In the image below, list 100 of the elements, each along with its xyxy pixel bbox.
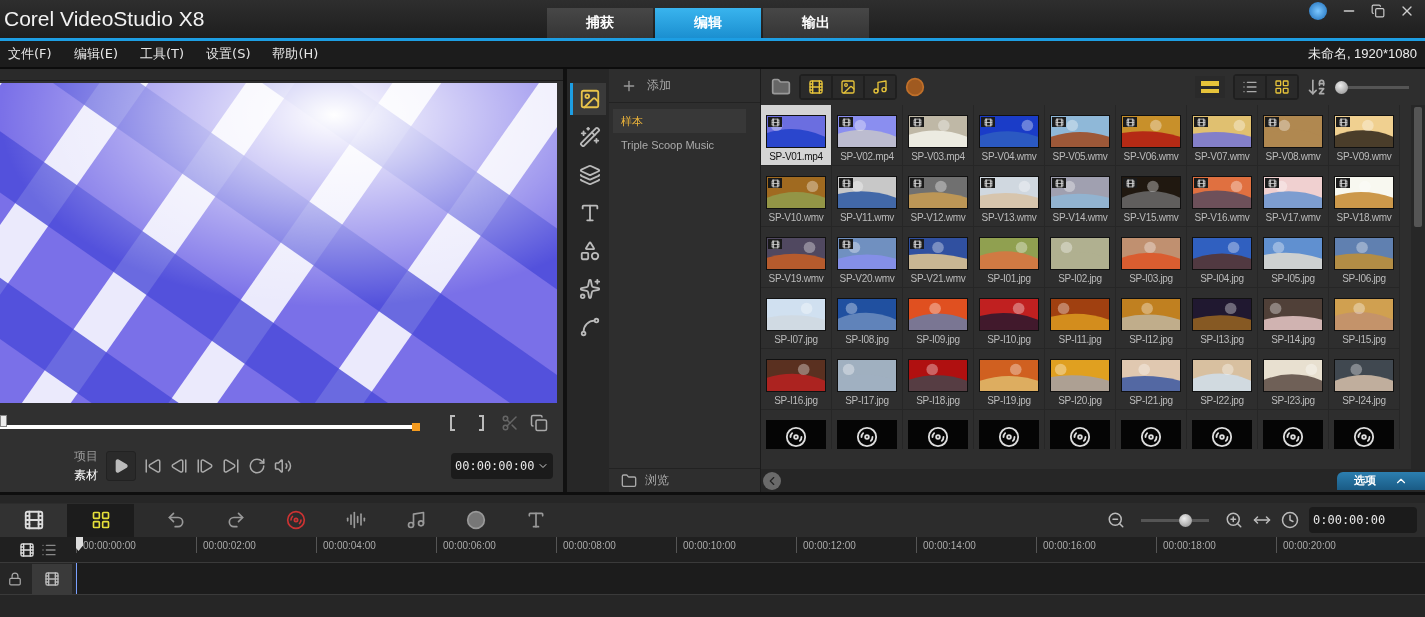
media-item[interactable]: SP-I06.jpg [1329, 227, 1400, 288]
scroll-bar[interactable] [1411, 105, 1425, 469]
step-forward-icon[interactable] [196, 457, 214, 475]
media-item[interactable]: SP-I15.jpg [1329, 288, 1400, 349]
filmstrip-view-button[interactable] [1195, 76, 1225, 98]
project-info: 未命名, 1920*1080 [1307, 45, 1417, 63]
media-item[interactable]: SP-I01.jpg [974, 227, 1045, 288]
trim-marker[interactable] [412, 423, 421, 431]
step-tab[interactable]: 捕获 [547, 8, 653, 38]
media-item[interactable]: SP-I19.jpg [974, 349, 1045, 410]
step-back-icon[interactable] [170, 457, 188, 475]
media-item[interactable]: SP-V05.wmv [1045, 105, 1116, 166]
video-track-button[interactable] [32, 563, 72, 594]
skip-back-icon[interactable] [144, 457, 162, 475]
media-item[interactable]: SP-V06.wmv [1116, 105, 1187, 166]
restore-icon[interactable] [1371, 4, 1385, 18]
view-toggle-button[interactable] [67, 503, 134, 537]
media-item[interactable]: SP-I02.jpg [1045, 227, 1116, 288]
library-category-button[interactable] [570, 83, 606, 115]
media-item[interactable]: SP-I05.jpg [1258, 227, 1329, 288]
panel-grip[interactable] [0, 69, 563, 81]
grid-view-button[interactable] [1267, 76, 1297, 98]
media-item[interactable]: SP-I20.jpg [1045, 349, 1116, 410]
media-item[interactable]: SP-V20.wmv [832, 227, 903, 288]
sort-icon[interactable] [1307, 77, 1327, 97]
zoom-out-icon[interactable] [1107, 511, 1125, 529]
media-item[interactable]: SP-V18.wmv [1329, 166, 1400, 227]
media-item[interactable]: SP-V17.wmv [1258, 166, 1329, 227]
step-tab[interactable]: 输出 [763, 8, 869, 38]
volume-icon[interactable] [274, 457, 292, 475]
scroll-left-button[interactable] [763, 471, 781, 490]
lock-icon[interactable] [8, 571, 22, 586]
media-item[interactable]: SP-V02.mp4 [832, 105, 903, 166]
view-toggle-button[interactable] [0, 503, 67, 537]
add-folder-label[interactable]: 添加 [647, 77, 671, 94]
media-item[interactable]: SP-V11.wmv [832, 166, 903, 227]
menu-item[interactable]: 设置(S) [206, 45, 251, 63]
globe-icon[interactable] [1309, 2, 1327, 20]
media-item[interactable]: SP-I13.jpg [1187, 288, 1258, 349]
play-mode-option[interactable]: 素材 [74, 467, 98, 484]
media-item[interactable]: SP-V03.mp4 [903, 105, 974, 166]
browse-icon[interactable] [621, 472, 637, 489]
media-item[interactable]: SP-V21.wmv [903, 227, 974, 288]
media-item[interactable]: SP-I04.jpg [1187, 227, 1258, 288]
zoom-in-icon[interactable] [1225, 511, 1243, 529]
film-icon[interactable] [19, 541, 35, 558]
film-icon [808, 79, 824, 95]
folder-icon[interactable] [771, 77, 791, 97]
playhead[interactable] [76, 537, 83, 551]
menu-item[interactable]: 工具(T) [140, 45, 185, 63]
media-item[interactable]: SP-V04.wmv [974, 105, 1045, 166]
media-item[interactable]: SP-I11.jpg [1045, 288, 1116, 349]
media-item[interactable]: SP-I09.jpg [903, 288, 974, 349]
media-item[interactable]: SP-V08.wmv [1258, 105, 1329, 166]
folder-item[interactable]: 样本 [613, 109, 746, 133]
media-item[interactable]: SP-I03.jpg [1116, 227, 1187, 288]
list-view-button[interactable] [1235, 76, 1265, 98]
timecode-field[interactable]: 00:00:00:00 [451, 453, 553, 479]
media-item[interactable]: SP-I18.jpg [903, 349, 974, 410]
photo-filter-button[interactable] [833, 76, 863, 98]
media-item[interactable]: SP-V09.wmv [1329, 105, 1400, 166]
media-item[interactable]: SP-V16.wmv [1187, 166, 1258, 227]
play-button[interactable] [106, 451, 136, 481]
audio-filter-button[interactable] [865, 76, 895, 98]
media-item[interactable]: SP-V12.wmv [903, 166, 974, 227]
slider-knob[interactable] [1335, 80, 1348, 94]
media-item[interactable]: SP-I23.jpg [1258, 349, 1329, 410]
play-mode-option[interactable]: 项目 [74, 448, 98, 465]
menu-item[interactable]: 帮助(H) [272, 45, 319, 63]
clock-icon[interactable] [1281, 511, 1299, 529]
skip-forward-icon[interactable] [222, 457, 240, 475]
media-item[interactable]: SP-I12.jpg [1116, 288, 1187, 349]
media-item[interactable]: SP-I24.jpg [1329, 349, 1400, 410]
folder-item[interactable]: Triple Scoop Music [613, 133, 746, 157]
menu-item[interactable]: 编辑(E) [73, 45, 118, 63]
scrub-bar[interactable] [0, 415, 421, 431]
video-filter-button[interactable] [801, 76, 831, 98]
media-item[interactable]: SP-V10.wmv [761, 166, 832, 227]
media-item[interactable]: SP-V13.wmv [974, 166, 1045, 227]
scrub-handle[interactable] [0, 415, 7, 427]
media-item[interactable]: SP-I22.jpg [1187, 349, 1258, 410]
slider-knob[interactable] [1179, 513, 1193, 527]
media-item[interactable]: SP-V01.mp4 [761, 105, 832, 166]
repeat-icon[interactable] [248, 457, 266, 475]
media-item[interactable]: SP-V19.wmv [761, 227, 832, 288]
film-icon [839, 178, 853, 188]
media-item[interactable]: SP-I07.jpg [761, 288, 832, 349]
timecode-field[interactable]: 0:00:00:00 [1309, 507, 1417, 533]
media-item[interactable]: SP-I08.jpg [832, 288, 903, 349]
browse-label[interactable]: 浏览 [645, 472, 669, 489]
media-item[interactable]: SP-I14.jpg [1258, 288, 1329, 349]
options-button[interactable]: 选项 [1337, 471, 1425, 490]
media-item[interactable]: SP-I21.jpg [1116, 349, 1187, 410]
media-item[interactable]: SP-V07.wmv [1187, 105, 1258, 166]
media-item[interactable]: SP-V14.wmv [1045, 166, 1116, 227]
media-item[interactable]: SP-V15.wmv [1116, 166, 1187, 227]
media-item[interactable]: SP-I10.jpg [974, 288, 1045, 349]
media-item[interactable]: SP-I16.jpg [761, 349, 832, 410]
menu-item[interactable]: 文件(F) [8, 45, 52, 63]
media-item[interactable]: SP-I17.jpg [832, 349, 903, 410]
